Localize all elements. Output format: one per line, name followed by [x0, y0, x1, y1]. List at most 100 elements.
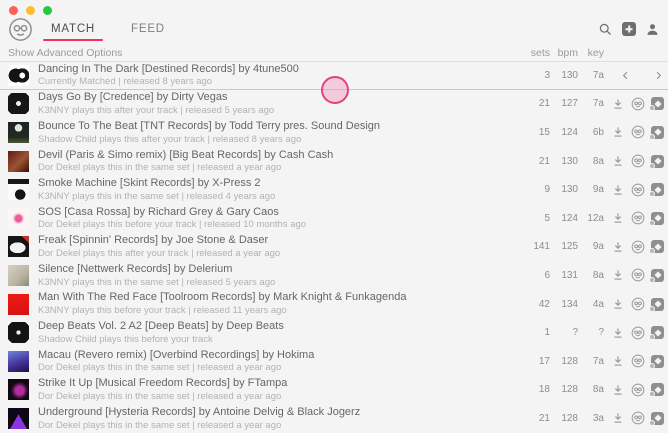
key-value: 8a [592, 384, 604, 396]
add-to-crate-icon[interactable] [649, 183, 664, 198]
download-icon[interactable] [611, 326, 625, 340]
profile-icon[interactable] [645, 22, 660, 37]
column-headers: sets bpm key [510, 47, 664, 59]
download-icon[interactable] [611, 297, 625, 311]
download-icon[interactable] [611, 240, 625, 254]
album-art [8, 350, 29, 372]
track-row[interactable]: Deep Beats Vol. 2 A2 [Deep Beats] by Dee… [0, 318, 668, 347]
key-value: 12a [587, 212, 604, 224]
track-row[interactable]: Dancing In The Dark [Destined Records] b… [0, 61, 668, 90]
track-meta: Days Go By [Credence] by Dirty Vegas K3N… [38, 91, 510, 116]
download-icon[interactable] [611, 125, 625, 139]
bpm-value: 131 [561, 269, 578, 281]
download-icon[interactable] [611, 211, 625, 225]
track-row[interactable]: SOS [Casa Rossa] by Richard Grey & Gary … [0, 204, 668, 233]
header-actions [598, 22, 660, 37]
track-subtitle: Dor Dekel plays this in the same set | r… [38, 362, 282, 374]
track-meta: Deep Beats Vol. 2 A2 [Deep Beats] by Dee… [38, 320, 510, 345]
album-art [8, 322, 29, 344]
track-row[interactable]: Bounce To The Beat [TNT Records] by Todd… [0, 118, 668, 147]
bpm-value: 128 [561, 355, 578, 367]
album-art [8, 236, 29, 258]
track-meta: Freak [Spinnin' Records] by Joe Stone & … [38, 234, 510, 259]
album-art [8, 379, 29, 401]
app-logo-icon[interactable] [631, 383, 645, 397]
track-actions [606, 211, 664, 226]
column-header-key: key [587, 46, 604, 59]
app-logo-icon[interactable] [631, 211, 645, 225]
sets-count: 21 [538, 98, 550, 110]
track-title: Deep Beats Vol. 2 A2 [Deep Beats] by Dee… [38, 320, 284, 333]
track-title: Silence [Nettwerk Records] by Delerium [38, 262, 233, 275]
app-logo-icon[interactable] [8, 17, 33, 42]
add-to-crate-icon[interactable] [649, 411, 664, 426]
tab-match[interactable]: MATCH [42, 14, 104, 44]
track-meta: SOS [Casa Rossa] by Richard Grey & Gary … [38, 206, 510, 231]
track-list: Dancing In The Dark [Destined Records] b… [0, 61, 668, 433]
key-value: 7a [592, 69, 604, 81]
tab-feed[interactable]: FEED [127, 14, 169, 44]
album-art [8, 150, 29, 172]
track-row[interactable]: Underground [Hysteria Records] by Antoin… [0, 404, 668, 433]
track-row[interactable]: Devil (Paris & Simo remix) [Big Beat Rec… [0, 147, 668, 176]
add-to-crate-icon[interactable] [649, 326, 664, 341]
add-to-crate-icon[interactable] [649, 125, 664, 140]
bpm-value: 125 [561, 241, 578, 253]
close-button[interactable] [9, 5, 18, 15]
app-logo-icon[interactable] [631, 97, 645, 111]
download-icon[interactable] [611, 183, 625, 197]
add-to-crate-icon[interactable] [649, 211, 664, 226]
track-meta: Man With The Red Face [Toolroom Records]… [38, 291, 510, 316]
show-advanced-options-link[interactable]: Show Advanced Options [8, 47, 122, 59]
track-row[interactable]: Macau (Revero remix) [Overbind Recording… [0, 347, 668, 376]
track-actions [606, 268, 664, 283]
add-to-crate-icon[interactable] [649, 154, 664, 169]
album-art [8, 293, 29, 315]
add-to-crate-icon[interactable] [649, 97, 664, 112]
add-box-icon[interactable] [622, 22, 636, 36]
track-row[interactable]: Man With The Red Face [Toolroom Records]… [0, 290, 668, 319]
key-value: 4a [592, 298, 604, 310]
download-icon[interactable] [611, 411, 625, 425]
download-icon[interactable] [611, 97, 625, 111]
add-to-crate-icon[interactable] [649, 297, 664, 312]
app-logo-icon[interactable] [631, 154, 645, 168]
download-icon[interactable] [611, 383, 625, 397]
add-to-crate-icon[interactable] [649, 240, 664, 255]
add-to-crate-icon[interactable] [649, 268, 664, 283]
previous-match-icon[interactable] [620, 70, 631, 81]
download-icon[interactable] [611, 154, 625, 168]
tab-match-label: MATCH [51, 23, 96, 35]
app-logo-icon[interactable] [631, 411, 645, 425]
app-logo-icon[interactable] [631, 297, 645, 311]
track-row[interactable]: Days Go By [Credence] by Dirty Vegas K3N… [0, 90, 668, 119]
bpm-value: 130 [561, 184, 578, 196]
app-logo-icon[interactable] [631, 125, 645, 139]
track-subtitle: Currently Matched | released 8 years ago [38, 76, 213, 88]
download-icon[interactable] [611, 354, 625, 368]
track-row[interactable]: Freak [Spinnin' Records] by Joe Stone & … [0, 233, 668, 262]
minimize-button[interactable] [26, 5, 35, 15]
bpm-value: 134 [561, 298, 578, 310]
bpm-value: 130 [561, 69, 578, 81]
track-actions [606, 383, 664, 398]
track-title: Freak [Spinnin' Records] by Joe Stone & … [38, 234, 269, 247]
bpm-value: 124 [561, 212, 578, 224]
app-logo-icon[interactable] [631, 268, 645, 282]
app-logo-icon[interactable] [631, 183, 645, 197]
app-logo-icon[interactable] [631, 354, 645, 368]
track-row[interactable]: Strike It Up [Musical Freedom Records] b… [0, 376, 668, 405]
album-art [8, 207, 29, 229]
next-match-icon[interactable] [653, 70, 664, 81]
track-title: Man With The Red Face [Toolroom Records]… [38, 291, 407, 304]
app-logo-icon[interactable] [631, 240, 645, 254]
track-title: Devil (Paris & Simo remix) [Big Beat Rec… [38, 148, 334, 161]
track-row[interactable]: Smoke Machine [Skint Records] by X-Press… [0, 175, 668, 204]
search-icon[interactable] [598, 22, 613, 37]
track-row[interactable]: Silence [Nettwerk Records] by Delerium K… [0, 261, 668, 290]
column-header-sets: sets [530, 46, 550, 59]
add-to-crate-icon[interactable] [649, 383, 664, 398]
download-icon[interactable] [611, 268, 625, 282]
add-to-crate-icon[interactable] [649, 354, 664, 369]
app-logo-icon[interactable] [631, 326, 645, 340]
